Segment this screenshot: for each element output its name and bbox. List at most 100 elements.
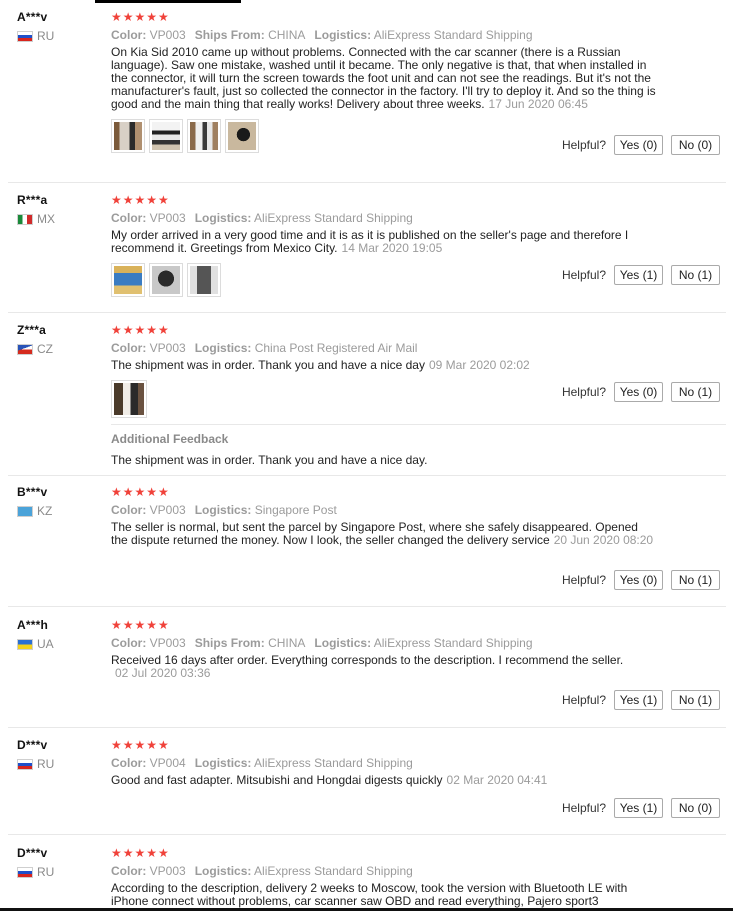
helpful-yes-button[interactable]: Yes (0) xyxy=(614,135,663,155)
review-item: B***v KZ ★★★★★ Color: VP003 Logistics: Si… xyxy=(0,485,733,605)
review-item: A***h UA ★★★★★ Color: VP003 Ships From: C… xyxy=(0,618,733,728)
review-photo-thumbnail[interactable] xyxy=(111,263,145,297)
flag-mx-icon xyxy=(17,213,33,225)
helpful-yes-button[interactable]: Yes (1) xyxy=(614,265,663,285)
review-meta: Color: VP004 Logistics: AliExpress Standa… xyxy=(111,756,413,770)
review-divider xyxy=(8,475,726,476)
reviewer-country: MX xyxy=(37,212,55,226)
review-meta: Color: VP003 Logistics: AliExpress Standa… xyxy=(111,864,413,878)
review-meta: Color: VP003 Ships From: CHINA Logistics: … xyxy=(111,28,533,42)
star-rating: ★★★★★ xyxy=(111,738,170,752)
helpful-label: Helpful? xyxy=(561,801,606,815)
review-photo-thumbnail[interactable] xyxy=(149,119,183,153)
review-photo-thumbnail[interactable] xyxy=(225,119,259,153)
reviewer-country: CZ xyxy=(37,342,53,356)
helpful-no-button[interactable]: No (1) xyxy=(671,265,720,285)
reviewer-name: A***h xyxy=(17,618,49,632)
review-item: D***v RU ★★★★★ Color: VP004 Logistics: Al… xyxy=(0,738,733,834)
helpful-label: Helpful? xyxy=(561,268,606,282)
review-text: The shipment was in order. Thank you and… xyxy=(111,358,530,372)
reviewer-info: B***v KZ xyxy=(17,485,52,518)
review-item: A***v RU ★★★★★ Color: VP003 Ships From: C… xyxy=(0,10,733,182)
reviewer-country: KZ xyxy=(37,504,53,518)
flag-ru-icon xyxy=(17,758,33,770)
review-text: Good and fast adapter. Mitsubishi and Ho… xyxy=(111,773,548,787)
reviewer-name: A***v xyxy=(17,10,48,24)
review-date: 02 Jul 2020 03:36 xyxy=(115,666,211,680)
reviewer-name: D***v xyxy=(17,846,48,860)
star-rating: ★★★★★ xyxy=(111,485,170,499)
star-rating: ★★★★★ xyxy=(111,846,170,860)
active-tab-indicator xyxy=(95,0,241,3)
review-date: 09 Mar 2020 02:02 xyxy=(428,358,530,372)
review-meta: Color: VP003 Logistics: Singapore Post xyxy=(111,503,337,517)
helpful-votes: Helpful? Yes (0) No (0) xyxy=(562,135,720,155)
review-divider xyxy=(8,834,726,835)
helpful-votes: Helpful? Yes (0) No (1) xyxy=(562,570,720,590)
additional-feedback-title: Additional Feedback xyxy=(111,432,229,446)
review-divider xyxy=(8,727,726,728)
review-text: Received 16 days after order. Everything… xyxy=(111,653,624,680)
helpful-label: Helpful? xyxy=(561,385,606,399)
flag-cz-icon xyxy=(17,343,33,355)
review-text: My order arrived in a very good time and… xyxy=(111,228,629,255)
reviewer-country: UA xyxy=(37,637,54,651)
review-photo-thumbnail[interactable] xyxy=(149,263,183,297)
review-photo-thumbnail[interactable] xyxy=(111,380,147,418)
review-divider xyxy=(8,182,726,183)
review-meta: Color: VP003 Logistics: AliExpress Standa… xyxy=(111,211,413,225)
additional-feedback-text: The shipment was in order. Thank you and… xyxy=(111,453,428,467)
review-text: The seller is normal, but sent the parce… xyxy=(111,520,654,547)
review-meta: Color: VP003 Logistics: China Post Regist… xyxy=(111,341,418,355)
flag-ua-icon xyxy=(17,638,33,650)
flag-ru-icon xyxy=(17,866,33,878)
helpful-votes: Helpful? Yes (1) No (1) xyxy=(562,690,720,710)
helpful-no-button[interactable]: No (1) xyxy=(671,382,720,402)
helpful-no-button[interactable]: No (0) xyxy=(671,135,720,155)
reviewer-name: B***v xyxy=(17,485,48,499)
helpful-yes-button[interactable]: Yes (0) xyxy=(614,570,663,590)
reviewer-info: R***a MX xyxy=(17,193,55,226)
star-rating: ★★★★★ xyxy=(111,323,170,337)
helpful-no-button[interactable]: No (1) xyxy=(671,690,720,710)
review-photo-thumbnail[interactable] xyxy=(187,263,221,297)
review-meta: Color: VP003 Ships From: CHINA Logistics: … xyxy=(111,636,533,650)
review-photo-thumbnail[interactable] xyxy=(187,119,221,153)
review-item: D***v RU ★★★★★ Color: VP003 Logistics: Al… xyxy=(0,846,733,908)
review-item: Z***a CZ ★★★★★ Color: VP003 Logistics: Ch… xyxy=(0,323,733,483)
review-text: On Kia Sid 2010 came up without problems… xyxy=(111,45,656,111)
star-rating: ★★★★★ xyxy=(111,193,170,207)
reviewer-country: RU xyxy=(37,29,55,43)
additional-feedback-divider xyxy=(111,424,726,425)
additional-feedback: Additional Feedback The shipment was in … xyxy=(111,432,427,467)
star-rating: ★★★★★ xyxy=(111,618,170,632)
review-divider xyxy=(8,312,726,313)
helpful-votes: Helpful? Yes (1) No (1) xyxy=(562,265,720,285)
helpful-label: Helpful? xyxy=(561,573,606,587)
reviewer-country: RU xyxy=(37,865,55,879)
reviewer-info: A***v RU xyxy=(17,10,54,43)
helpful-votes: Helpful? Yes (0) No (1) xyxy=(562,382,720,402)
flag-kz-icon xyxy=(17,505,33,517)
review-date: 17 Jun 2020 06:45 xyxy=(488,97,588,111)
review-text: According to the description, delivery 2… xyxy=(111,881,628,908)
helpful-label: Helpful? xyxy=(561,693,606,707)
helpful-no-button[interactable]: No (1) xyxy=(671,570,720,590)
review-date: 20 Jun 2020 08:20 xyxy=(553,533,654,547)
reviewer-name: Z***a xyxy=(17,323,47,337)
review-item: R***a MX ★★★★★ Color: VP003 Logistics: Al… xyxy=(0,193,733,311)
flag-ru-icon xyxy=(17,30,33,42)
helpful-yes-button[interactable]: Yes (1) xyxy=(614,690,663,710)
star-rating: ★★★★★ xyxy=(111,10,170,24)
review-photo-thumbnail[interactable] xyxy=(111,119,145,153)
review-date: 14 Mar 2020 19:05 xyxy=(341,241,443,255)
reviewer-name: D***v xyxy=(17,738,48,752)
helpful-yes-button[interactable]: Yes (1) xyxy=(614,798,663,818)
helpful-yes-button[interactable]: Yes (0) xyxy=(614,382,663,402)
review-date: 02 Mar 2020 04:41 xyxy=(446,773,548,787)
reviewer-info: Z***a CZ xyxy=(17,323,53,356)
helpful-no-button[interactable]: No (0) xyxy=(671,798,720,818)
reviewer-name: R***a xyxy=(17,193,48,207)
helpful-label: Helpful? xyxy=(561,138,606,152)
reviewer-info: D***v RU xyxy=(17,738,54,771)
